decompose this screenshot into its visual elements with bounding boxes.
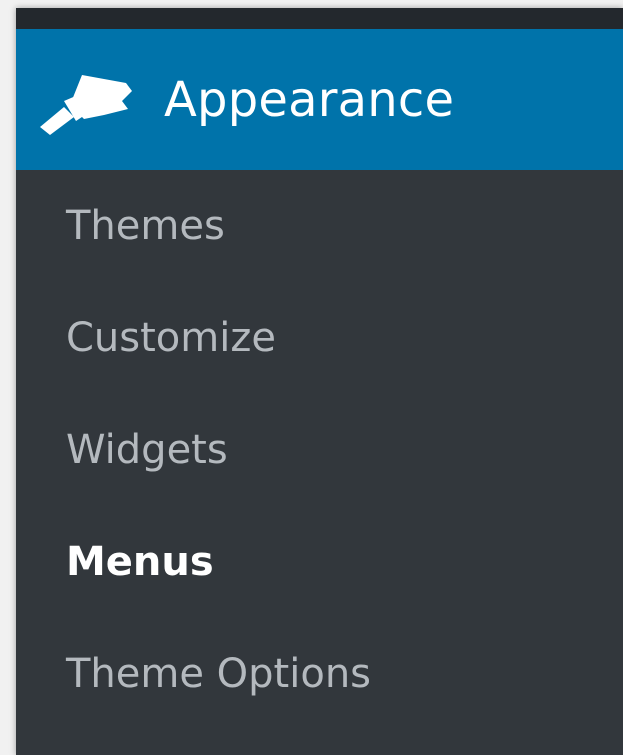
submenu-item-theme-options[interactable]: Theme Options [16, 618, 623, 730]
menu-top-strip [16, 8, 623, 29]
submenu-item-themes[interactable]: Themes [16, 170, 623, 282]
submenu-item-customize[interactable]: Customize [16, 282, 623, 394]
page-background: Appearance Themes Customize Widgets Menu… [0, 0, 623, 755]
submenu-item-menus[interactable]: Menus [16, 506, 623, 618]
paintbrush-icon [40, 74, 132, 135]
menu-header-label: Appearance [164, 71, 455, 128]
submenu-item-widgets[interactable]: Widgets [16, 394, 623, 506]
admin-sidebar-menu: Appearance Themes Customize Widgets Menu… [16, 8, 623, 755]
menu-header-appearance[interactable]: Appearance [16, 29, 623, 170]
appearance-submenu: Themes Customize Widgets Menus Theme Opt… [16, 170, 623, 730]
